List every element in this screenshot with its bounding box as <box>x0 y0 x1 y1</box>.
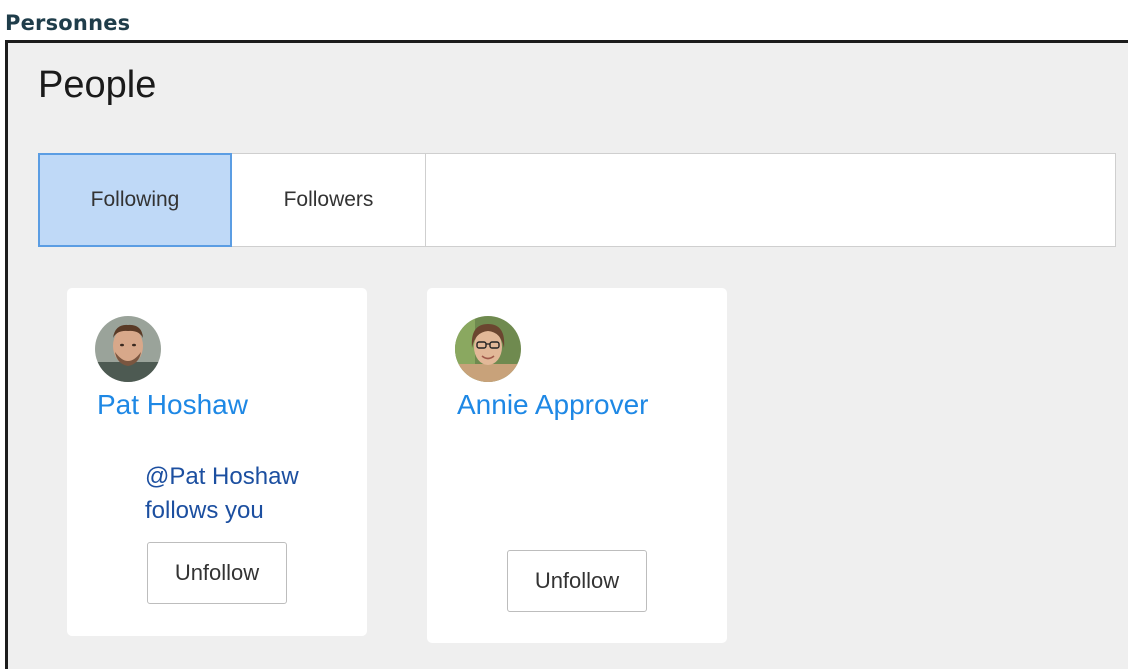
tab-bar: Following Followers <box>38 153 1116 247</box>
tab-followers[interactable]: Followers <box>232 154 426 246</box>
user-avatar-icon[interactable] <box>455 316 521 382</box>
user-avatar-icon[interactable] <box>95 316 161 382</box>
person-name-link[interactable]: Pat Hoshaw <box>97 384 347 426</box>
person-card: Annie Approver Unfollow <box>427 288 727 643</box>
unfollow-button[interactable]: Unfollow <box>507 550 647 612</box>
unfollow-button[interactable]: Unfollow <box>147 542 287 604</box>
tab-following[interactable]: Following <box>38 153 232 247</box>
follows-you-note: @Pat Hoshaw follows you <box>145 463 299 524</box>
person-card: Pat Hoshaw @Pat Hoshaw follows you Unfol… <box>67 288 367 636</box>
section-heading: Personnes <box>5 11 131 35</box>
people-panel: People Following Followers Pat Hoshaw @P… <box>5 40 1128 669</box>
page-title: People <box>38 64 157 106</box>
person-name-link[interactable]: Annie Approver <box>457 384 707 426</box>
